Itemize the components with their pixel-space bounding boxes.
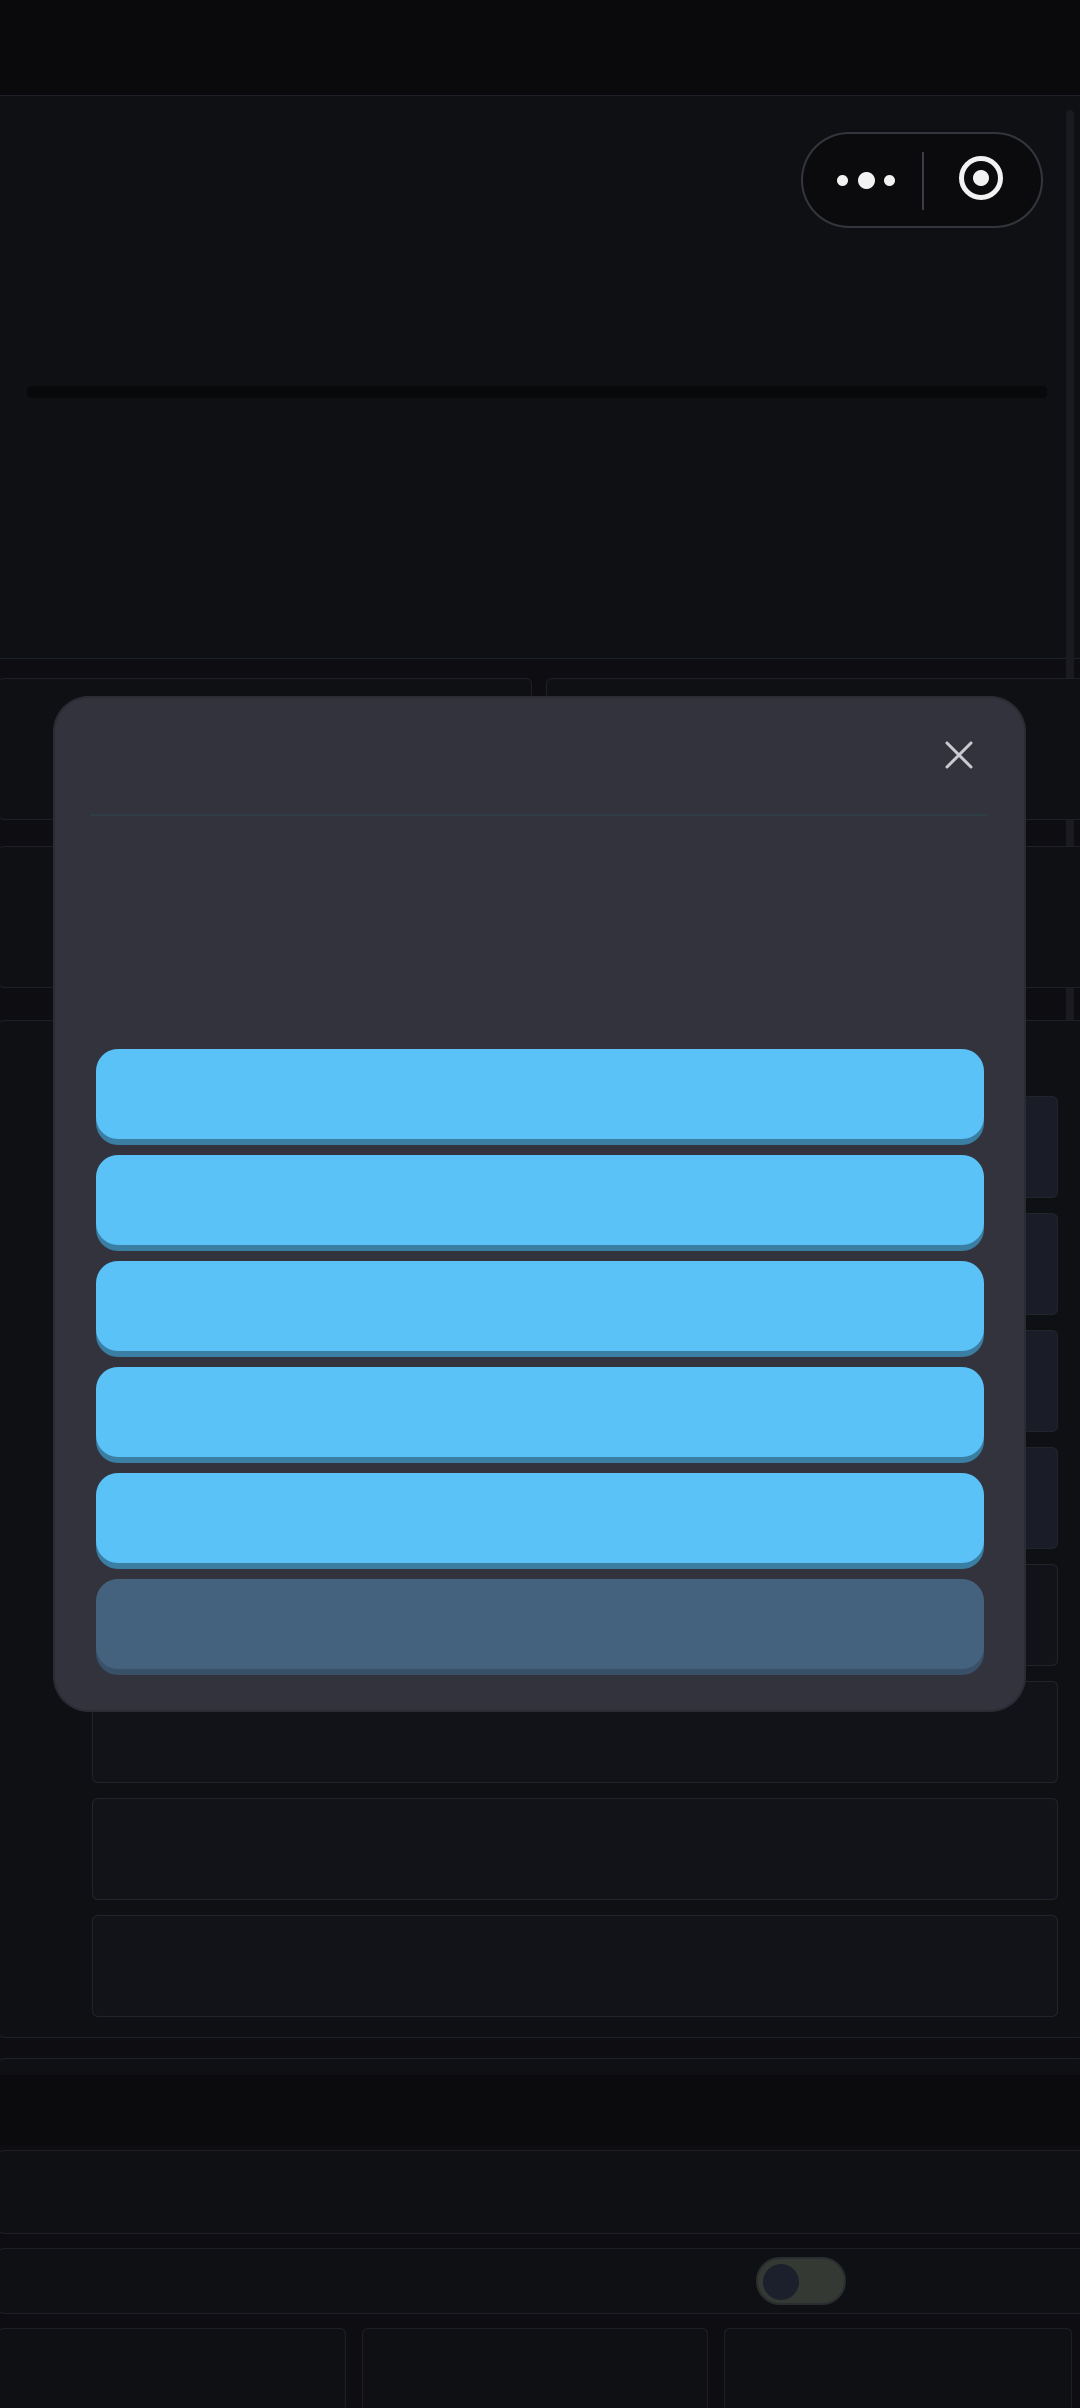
option-button-6-disabled[interactable] bbox=[96, 1579, 984, 1669]
more-dots-icon[interactable] bbox=[837, 166, 895, 194]
status-bar bbox=[0, 0, 1080, 95]
option-button-1[interactable] bbox=[96, 1049, 984, 1139]
target-close-icon[interactable] bbox=[959, 156, 1003, 200]
options-modal bbox=[53, 696, 1026, 1712]
mini-program-capsule bbox=[801, 132, 1043, 228]
list-item[interactable] bbox=[92, 1798, 1058, 1900]
settings-row[interactable] bbox=[0, 2150, 1080, 2234]
capsule-divider bbox=[922, 152, 924, 210]
bottom-tab-3[interactable] bbox=[724, 2328, 1072, 2408]
close-icon[interactable] bbox=[935, 731, 983, 779]
option-button-2[interactable] bbox=[96, 1155, 984, 1245]
modal-divider bbox=[90, 814, 988, 816]
option-button-3[interactable] bbox=[96, 1261, 984, 1351]
toggle-row bbox=[0, 2248, 1080, 2314]
option-button-5[interactable] bbox=[96, 1473, 984, 1563]
toggle-switch[interactable] bbox=[756, 2257, 846, 2305]
list-item[interactable] bbox=[92, 1915, 1058, 2017]
bottom-tab-1[interactable] bbox=[0, 2328, 346, 2408]
toggle-knob bbox=[763, 2264, 799, 2300]
header-divider bbox=[27, 386, 1047, 398]
bottom-tab-2[interactable] bbox=[362, 2328, 708, 2408]
bottom-band bbox=[0, 2075, 1080, 2145]
app-screen bbox=[0, 0, 1080, 2408]
option-button-4[interactable] bbox=[96, 1367, 984, 1457]
